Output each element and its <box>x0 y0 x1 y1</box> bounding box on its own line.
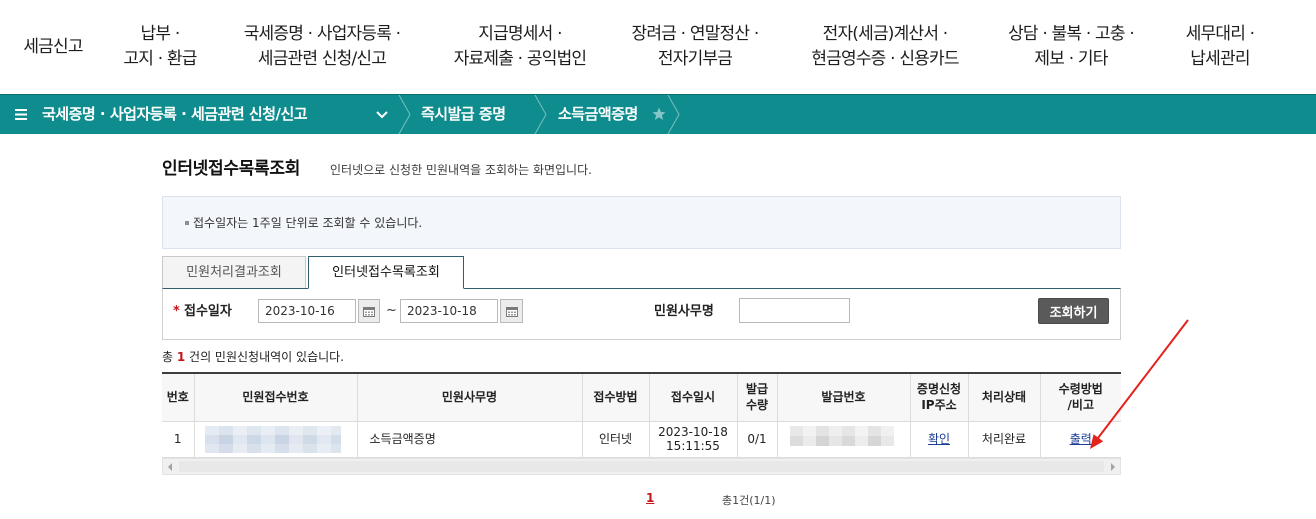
horizontal-scrollbar[interactable] <box>162 458 1121 475</box>
notice-box: 접수일자는 1주일 단위로 조회할 수 있습니다. <box>162 196 1121 249</box>
star-icon[interactable] <box>652 107 666 121</box>
calendar-icon <box>363 306 375 317</box>
nav-item-certificates-registration[interactable]: 국세증명 · 사업자등록 · 세금관련 신청/신고 <box>222 0 422 94</box>
hamburger-icon[interactable] <box>15 109 27 120</box>
column-header-issued-count: 발급 수량 <box>736 373 778 422</box>
column-header-status: 처리상태 <box>967 373 1041 422</box>
date-range-separator: ~ <box>386 303 397 318</box>
page-description: 인터넷으로 신청한 민원내역을 조회하는 화면입니다. <box>330 163 592 177</box>
triangle-left-icon[interactable] <box>168 463 172 471</box>
tab-processing-results[interactable]: 민원처리결과조회 <box>162 256 306 288</box>
table-header-row: 번호 민원접수번호 민원사무명 접수방법 접수일시 발급 수량 발급번호 증명신… <box>162 373 1121 422</box>
column-header-method: 접수방법 <box>581 373 650 422</box>
summary-prefix: 총 <box>162 350 177 364</box>
column-header-issue-number: 발급번호 <box>776 373 911 422</box>
cell-received-at: 2023-10-18 15:11:55 <box>648 420 738 458</box>
redacted-issue-number <box>789 426 894 447</box>
cell-status: 처리완료 <box>967 420 1041 458</box>
column-header-service-name: 민원사무명 <box>356 373 583 422</box>
service-name-label: 민원사무명 <box>654 304 714 319</box>
cell-issue-number <box>776 420 911 458</box>
breadcrumb-separator <box>534 95 547 134</box>
cell-service-name: 소득금액증명 <box>356 420 583 458</box>
end-date-calendar-button[interactable] <box>500 299 523 323</box>
breadcrumb-item-income-certificate[interactable]: 소득금액증명 <box>558 95 638 134</box>
calendar-icon <box>505 306 518 317</box>
triangle-right-icon[interactable] <box>1111 463 1115 471</box>
breadcrumb-separator <box>667 95 680 134</box>
breadcrumb-separator <box>398 95 411 134</box>
end-date-input[interactable] <box>400 299 498 323</box>
print-link[interactable]: 출력 <box>1070 432 1092 446</box>
nav-item-statements-submission[interactable]: 지급명세서 · 자료제출 · 공익법인 <box>430 0 610 94</box>
pagination-current-page[interactable]: 1 <box>646 491 654 505</box>
ip-confirm-link[interactable]: 확인 <box>928 432 950 446</box>
nav-item-payment-refund[interactable]: 납부 · 고지 · 환급 <box>110 0 210 94</box>
square-bullet-icon <box>185 221 189 225</box>
column-header-no: 번호 <box>162 373 195 422</box>
breadcrumb-item-instant-issue[interactable]: 즉시발급 증명 <box>421 95 506 134</box>
breadcrumb: 국세증명 · 사업자등록 · 세금관련 신청/신고 즉시발급 증명 소득금액증명 <box>0 94 1316 134</box>
nav-item-tax-filing[interactable]: 세금신고 <box>8 0 98 94</box>
required-mark: * <box>173 304 180 319</box>
breadcrumb-section-menu[interactable]: 국세증명 · 사업자등록 · 세금관련 신청/신고 <box>42 95 308 134</box>
pagination-total: 총1건(1/1) <box>722 494 776 507</box>
summary-suffix: 건의 민원신청내역이 있습니다. <box>185 350 344 364</box>
start-date-calendar-button[interactable] <box>358 299 380 323</box>
cell-ip-address: 확인 <box>909 420 969 458</box>
cell-no: 1 <box>162 420 195 458</box>
result-summary: 총 1 건의 민원신청내역이 있습니다. <box>162 348 344 365</box>
cell-receive-method: 출력 <box>1039 420 1121 458</box>
search-form: * 접수일자 ~ 민원사무명 조회하기 <box>162 288 1121 340</box>
redacted-receipt-number <box>204 425 341 453</box>
page-title: 인터넷접수목록조회 <box>162 159 301 179</box>
cell-receipt-number <box>193 420 358 458</box>
nav-item-tax-agent[interactable]: 세무대리 · 납세관리 <box>1165 0 1275 94</box>
search-button[interactable]: 조회하기 <box>1038 298 1109 324</box>
receipt-date-label: 접수일자 <box>184 304 232 319</box>
column-header-received-at: 접수일시 <box>648 373 738 422</box>
chevron-down-icon[interactable] <box>376 111 388 119</box>
cell-method: 인터넷 <box>581 420 650 458</box>
start-date-input[interactable] <box>258 299 356 323</box>
column-header-receipt-number: 민원접수번호 <box>193 373 358 422</box>
table-row: 1 소득금액증명 인터넷 2023-10-18 15:11:55 0/1 확인 … <box>162 420 1121 458</box>
service-name-input[interactable] <box>739 298 850 323</box>
nav-item-incentives-yearend[interactable]: 장려금 · 연말정산 · 전자기부금 <box>615 0 775 94</box>
scrollbar-thumb[interactable] <box>179 461 1104 472</box>
tab-internet-receipt-list[interactable]: 인터넷접수목록조회 <box>308 256 464 289</box>
nav-item-consulting-appeals[interactable]: 상담 · 불복 · 고충 · 제보 · 기타 <box>985 0 1157 94</box>
nav-item-e-invoice-receipts[interactable]: 전자(세금)계산서 · 현금영수증 · 신용카드 <box>790 0 980 94</box>
receipt-list-table: 번호 민원접수번호 민원사무명 접수방법 접수일시 발급 수량 발급번호 증명신… <box>162 372 1121 458</box>
notice-text: 접수일자는 1주일 단위로 조회할 수 있습니다. <box>193 216 423 230</box>
result-count: 1 <box>176 350 186 364</box>
column-header-receive-method: 수령방법 /비고 <box>1039 373 1121 422</box>
cell-issued-count: 0/1 <box>736 420 778 458</box>
top-navigation: 세금신고 납부 · 고지 · 환급 국세증명 · 사업자등록 · 세금관련 신청… <box>0 0 1316 94</box>
column-header-ip-address: 증명신청 IP주소 <box>909 373 969 422</box>
